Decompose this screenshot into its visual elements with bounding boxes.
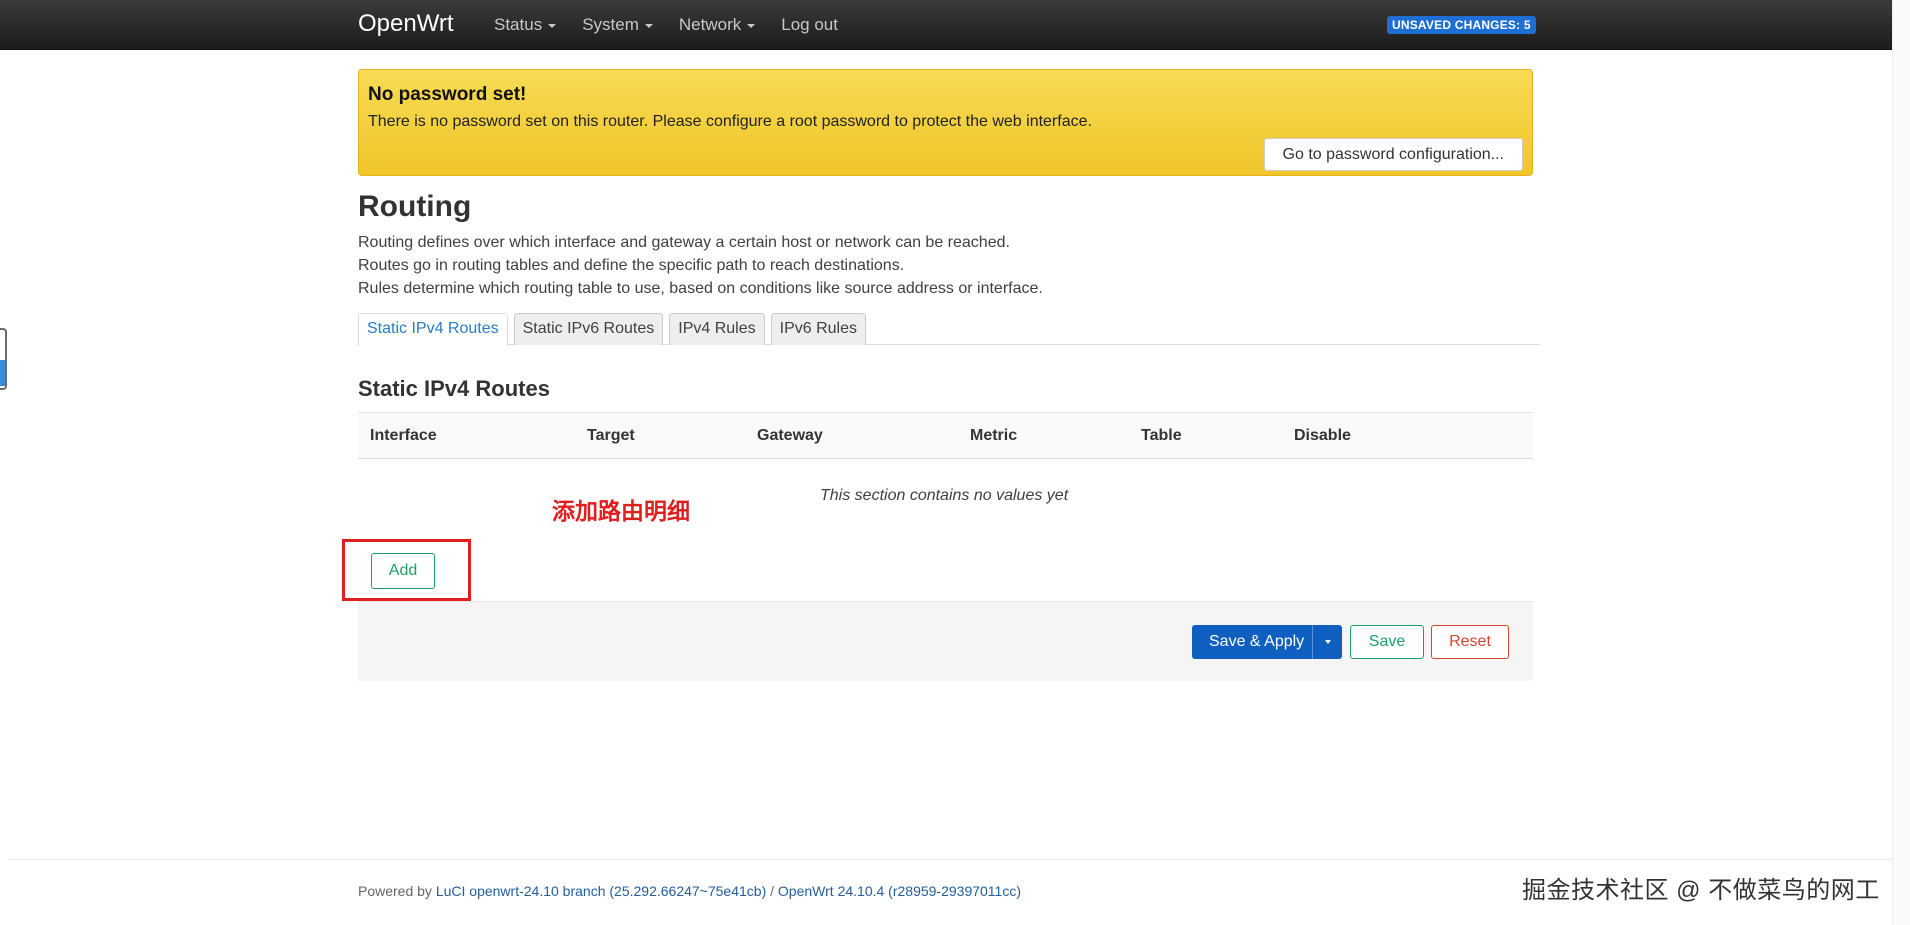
tab-static-ipv4-routes[interactable]: Static IPv4 Routes <box>358 313 508 346</box>
column-table: Table <box>1141 427 1182 444</box>
brand-logo[interactable]: OpenWrt <box>358 10 454 38</box>
alert-title: No password set! <box>368 84 527 105</box>
save-apply-dropdown[interactable] <box>1312 625 1343 659</box>
column-metric: Metric <box>970 427 1018 444</box>
nav-network[interactable]: Network <box>678 15 756 35</box>
page-description: Routing defines over which interface and… <box>358 231 1043 300</box>
unsaved-changes-badge[interactable]: UNSAVED CHANGES: 5 <box>1387 16 1536 34</box>
nav-system-label: System <box>582 15 639 34</box>
footer-separator: / <box>766 883 778 899</box>
nav-system[interactable]: System <box>582 15 653 35</box>
description-line: Routing defines over which interface and… <box>358 234 1010 251</box>
tab-ipv6-rules[interactable]: IPv6 Rules <box>770 313 866 345</box>
page-title: Routing <box>358 190 472 223</box>
add-route-button[interactable]: Add <box>371 553 435 589</box>
nav-status-label: Status <box>494 15 543 34</box>
column-gateway: Gateway <box>757 427 823 444</box>
tab-ipv4-rules[interactable]: IPv4 Rules <box>669 313 765 345</box>
chevron-down-icon <box>747 24 756 28</box>
footer-divider <box>8 859 1892 860</box>
section-title: Static IPv4 Routes <box>358 376 550 401</box>
save-apply-group: Save & Apply <box>1192 625 1343 659</box>
nav-status[interactable]: Status <box>494 15 557 35</box>
description-line: Rules determine which routing table to u… <box>358 280 1043 297</box>
table-header: Interface Target Gateway Metric Table Di… <box>358 412 1533 459</box>
column-interface: Interface <box>370 427 437 444</box>
save-apply-button[interactable]: Save & Apply <box>1192 625 1313 659</box>
nav-network-label: Network <box>678 15 742 34</box>
form-actions: Save & Apply Save Reset <box>358 601 1533 681</box>
openwrt-link[interactable]: OpenWrt 24.10.4 (r28959-29397011cc) <box>778 883 1021 899</box>
watermark: 掘金技术社区 @ 不做菜鸟的网工 <box>1522 877 1880 904</box>
nav-logout-label: Log out <box>781 15 838 34</box>
column-target: Target <box>587 427 635 444</box>
nav-logout[interactable]: Log out <box>781 15 838 35</box>
save-button[interactable]: Save <box>1350 625 1424 659</box>
footer: Powered by LuCI openwrt-24.10 branch (25… <box>358 883 1021 899</box>
password-config-button[interactable]: Go to password configuration... <box>1263 138 1523 171</box>
top-navbar: OpenWrt Status System Network Log out UN… <box>0 0 1892 50</box>
alert-text: There is no password set on this router.… <box>368 113 1092 130</box>
footer-prefix: Powered by <box>358 883 436 899</box>
no-password-alert: No password set! There is no password se… <box>358 69 1533 176</box>
routing-tabs: Static IPv4 Routes Static IPv6 Routes IP… <box>358 313 1540 346</box>
side-handle[interactable] <box>0 328 7 390</box>
tab-static-ipv6-routes[interactable]: Static IPv6 Routes <box>513 313 664 345</box>
reset-button[interactable]: Reset <box>1431 625 1509 659</box>
page-scrollbar[interactable] <box>1892 0 1910 925</box>
column-disable: Disable <box>1294 427 1351 444</box>
empty-section-text: This section contains no values yet <box>820 487 1069 504</box>
annotation-label: 添加路由明细 <box>552 498 690 524</box>
chevron-down-icon <box>548 24 557 28</box>
description-line: Routes go in routing tables and define t… <box>358 257 905 274</box>
chevron-down-icon <box>644 24 653 28</box>
luci-link[interactable]: LuCI openwrt-24.10 branch (25.292.66247~… <box>436 883 766 899</box>
main-nav: Status System Network Log out <box>494 15 838 35</box>
chevron-down-icon <box>1324 640 1331 644</box>
